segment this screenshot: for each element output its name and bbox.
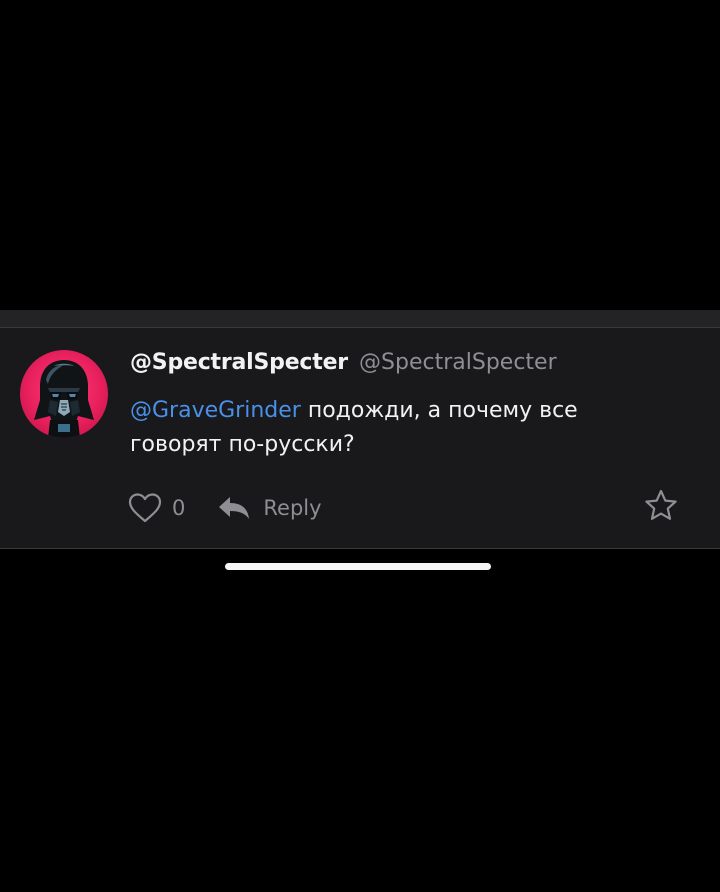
screen: @SpectralSpecter @SpectralSpecter @Grave… <box>0 0 720 892</box>
like-count: 0 <box>172 496 186 520</box>
reply-button[interactable]: Reply <box>217 495 322 521</box>
like-button[interactable]: 0 <box>128 493 185 523</box>
darth-vader-avatar-icon <box>34 360 94 438</box>
comment-card: @SpectralSpecter @SpectralSpecter @Grave… <box>0 327 720 549</box>
previous-comment-edge <box>0 310 720 327</box>
author-line: @SpectralSpecter @SpectralSpecter <box>130 350 557 375</box>
reply-arrow-icon <box>219 497 250 519</box>
reply-label: Reply <box>263 496 322 520</box>
heart-icon <box>128 493 162 523</box>
author-handle[interactable]: @SpectralSpecter <box>359 350 557 375</box>
avatar[interactable] <box>20 350 108 438</box>
mention-link[interactable]: @GraveGrinder <box>130 398 301 423</box>
comment-actions: 0 Reply <box>128 490 322 526</box>
comment-body: @GraveGrinder подожди, а почему все гово… <box>130 394 670 462</box>
favorite-button[interactable] <box>643 488 679 524</box>
star-icon <box>645 489 677 520</box>
author-display-name[interactable]: @SpectralSpecter <box>130 350 348 375</box>
home-indicator[interactable] <box>225 563 491 570</box>
